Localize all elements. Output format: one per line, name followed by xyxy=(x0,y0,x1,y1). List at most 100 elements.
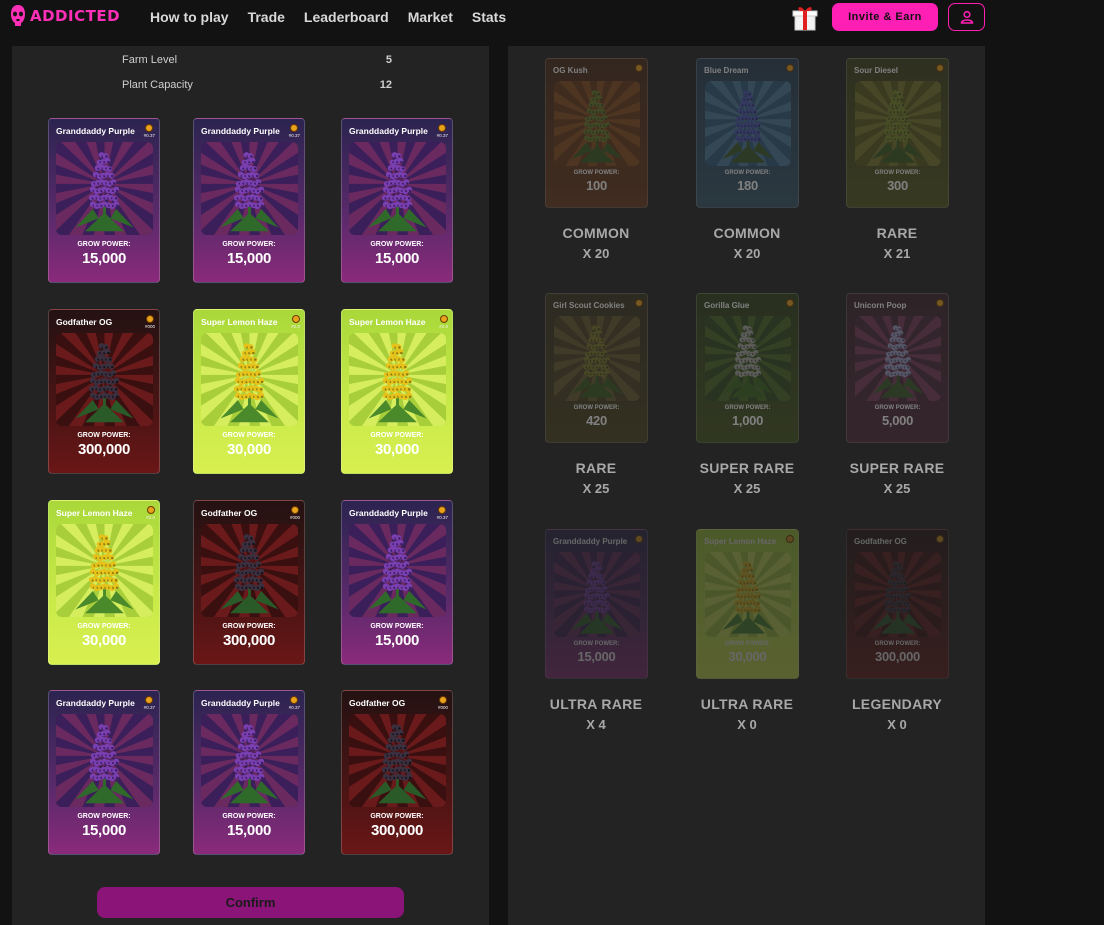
grow-power-label: GROW POWER: xyxy=(77,623,131,630)
card-title: Girl Scout Cookies xyxy=(553,301,625,310)
grow-power-value: 15,000 xyxy=(81,250,127,267)
grow-power-value: 15,000 xyxy=(226,250,272,267)
collection-plant-card[interactable]: Super Lemon Haze GROW POWER: 30,000 xyxy=(696,529,799,679)
rarity-count: X 25 xyxy=(733,481,761,496)
plant-art-image xyxy=(349,333,446,426)
confirm-button[interactable]: Confirm xyxy=(97,887,404,918)
card-title: Unicorn Poop xyxy=(854,301,907,310)
rarity-summary: COMMON X 20 xyxy=(536,225,656,261)
collection-plant-card[interactable]: Girl Scout Cookies GROW POWER: 420 xyxy=(545,293,648,443)
coin-icon xyxy=(145,696,154,704)
card-title: Sour Diesel xyxy=(854,66,899,75)
selected-plant-card[interactable]: Granddaddy Purple #0.37 GROW POWER: 15,000 xyxy=(193,690,305,855)
card-number: #000 xyxy=(289,515,300,520)
nav-market[interactable]: Market xyxy=(408,9,453,25)
grow-power-value: 15,000 xyxy=(374,250,420,267)
coin-icon xyxy=(936,64,944,72)
gift-icon[interactable] xyxy=(790,2,820,32)
nav-leaderboard[interactable]: Leaderboard xyxy=(304,9,389,25)
farm-level-row: Farm Level 5 xyxy=(122,54,392,66)
collection-plant-card[interactable]: Granddaddy Purple GROW POWER: 15,000 xyxy=(545,529,648,679)
user-icon xyxy=(960,10,973,24)
selected-plant-card[interactable]: Super Lemon Haze #2.0 GROW POWER: 30,000 xyxy=(341,309,453,474)
rarity-count: X 25 xyxy=(883,481,911,496)
plant-art-image xyxy=(56,524,153,617)
card-title: Gorilla Glue xyxy=(704,301,750,310)
collection-plant-card[interactable]: Blue Dream GROW POWER: 180 xyxy=(696,58,799,208)
rarity-count: X 0 xyxy=(737,717,757,732)
card-number: #2.0 xyxy=(291,324,300,329)
selected-plant-card[interactable]: Godfather OG #000 GROW POWER: 300,000 xyxy=(193,500,305,665)
selected-plant-card[interactable]: Super Lemon Haze #2.0 GROW POWER: 30,000 xyxy=(48,500,160,665)
grow-power-label: GROW POWER: xyxy=(724,641,771,647)
grow-power-label: GROW POWER: xyxy=(370,432,424,439)
coin-icon xyxy=(290,696,299,704)
selected-plant-card[interactable]: Super Lemon Haze #2.0 GROW POWER: 30,000 xyxy=(193,309,305,474)
selected-plant-card[interactable]: Granddaddy Purple #0.37 GROW POWER: 15,000 xyxy=(193,118,305,283)
collection-plant-card[interactable]: Gorilla Glue GROW POWER: 1,000 xyxy=(696,293,799,443)
collection-plant-card[interactable]: Sour Diesel GROW POWER: 300 xyxy=(846,58,949,208)
nav-trade[interactable]: Trade xyxy=(248,9,285,25)
rarity-name: RARE xyxy=(876,225,918,241)
card-number: #0.37 xyxy=(436,133,448,138)
plant-art-image xyxy=(855,81,941,166)
profile-button[interactable] xyxy=(948,3,985,31)
plant-art-image xyxy=(201,714,298,807)
coin-icon xyxy=(786,64,794,72)
brand-logo[interactable]: ADDICTED xyxy=(10,4,120,28)
card-coin-badge xyxy=(635,535,643,543)
card-coin-badge: #0.37 xyxy=(437,124,448,138)
card-coin-badge: #0.37 xyxy=(437,506,448,520)
coin-icon xyxy=(145,124,154,132)
collection-plant-card[interactable]: OG Kush GROW POWER: 100 xyxy=(545,58,648,208)
card-title: Granddaddy Purple xyxy=(349,126,428,136)
coin-icon xyxy=(635,535,643,543)
card-title: Godfather OG xyxy=(56,317,113,327)
grow-power-value: 15,000 xyxy=(577,649,616,664)
coin-icon xyxy=(635,299,643,307)
rarity-count: X 4 xyxy=(586,717,606,732)
card-coin-badge xyxy=(936,299,944,307)
card-title: Granddaddy Purple xyxy=(56,698,135,708)
brand-name: ADDICTED xyxy=(30,7,121,25)
nav-stats[interactable]: Stats xyxy=(472,9,506,25)
grow-power-value: 30,000 xyxy=(226,441,272,458)
card-coin-badge xyxy=(786,299,794,307)
plant-art-image xyxy=(554,316,640,401)
nav-how-to-play[interactable]: How to play xyxy=(150,9,229,25)
selected-plant-card[interactable]: Godfather OG #000 GROW POWER: 300,000 xyxy=(341,690,453,855)
grow-power-label: GROW POWER: xyxy=(874,405,921,411)
selected-plant-card[interactable]: Granddaddy Purple #0.37 GROW POWER: 15,000 xyxy=(341,118,453,283)
grow-power-value: 300,000 xyxy=(77,441,131,458)
grow-power-label: GROW POWER: xyxy=(573,405,620,411)
card-title: Granddaddy Purple xyxy=(201,126,280,136)
rarity-name: ULTRA RARE xyxy=(700,696,794,712)
grow-power-label: GROW POWER: xyxy=(874,170,921,176)
grow-power-label: GROW POWER: xyxy=(222,813,276,820)
grow-power-label: GROW POWER: xyxy=(370,241,424,248)
rarity-summary: SUPER RARE X 25 xyxy=(687,460,807,496)
rarity-summary: LEGENDARY X 0 xyxy=(837,696,957,732)
invite-earn-button[interactable]: Invite & Earn xyxy=(832,3,938,31)
rarity-summary: COMMON X 20 xyxy=(687,225,807,261)
grow-power-label: GROW POWER: xyxy=(222,241,276,248)
plant-capacity-value: 12 xyxy=(379,79,392,91)
collection-plant-card[interactable]: Godfather OG GROW POWER: 300,000 xyxy=(846,529,949,679)
rarity-name: SUPER RARE xyxy=(849,460,945,476)
card-coin-badge xyxy=(936,64,944,72)
rarity-name: RARE xyxy=(575,460,617,476)
rarity-name: ULTRA RARE xyxy=(549,696,643,712)
coin-icon xyxy=(936,535,944,543)
selected-plant-card[interactable]: Godfather OG #000 GROW POWER: 300,000 xyxy=(48,309,160,474)
plant-art-image xyxy=(201,142,298,235)
selected-plant-card[interactable]: Granddaddy Purple #0.37 GROW POWER: 15,000 xyxy=(341,500,453,665)
selected-plant-card[interactable]: Granddaddy Purple #0.37 GROW POWER: 15,000 xyxy=(48,690,160,855)
coin-icon xyxy=(291,315,300,323)
coin-icon xyxy=(438,124,447,132)
grow-power-value: 30,000 xyxy=(728,649,767,664)
collection-plant-card[interactable]: Unicorn Poop GROW POWER: 5,000 xyxy=(846,293,949,443)
selected-plant-card[interactable]: Granddaddy Purple #0.37 GROW POWER: 15,000 xyxy=(48,118,160,283)
card-coin-badge: #2.0 xyxy=(439,315,448,329)
grow-power-value: 15,000 xyxy=(81,822,127,839)
card-number: #000 xyxy=(144,324,155,329)
